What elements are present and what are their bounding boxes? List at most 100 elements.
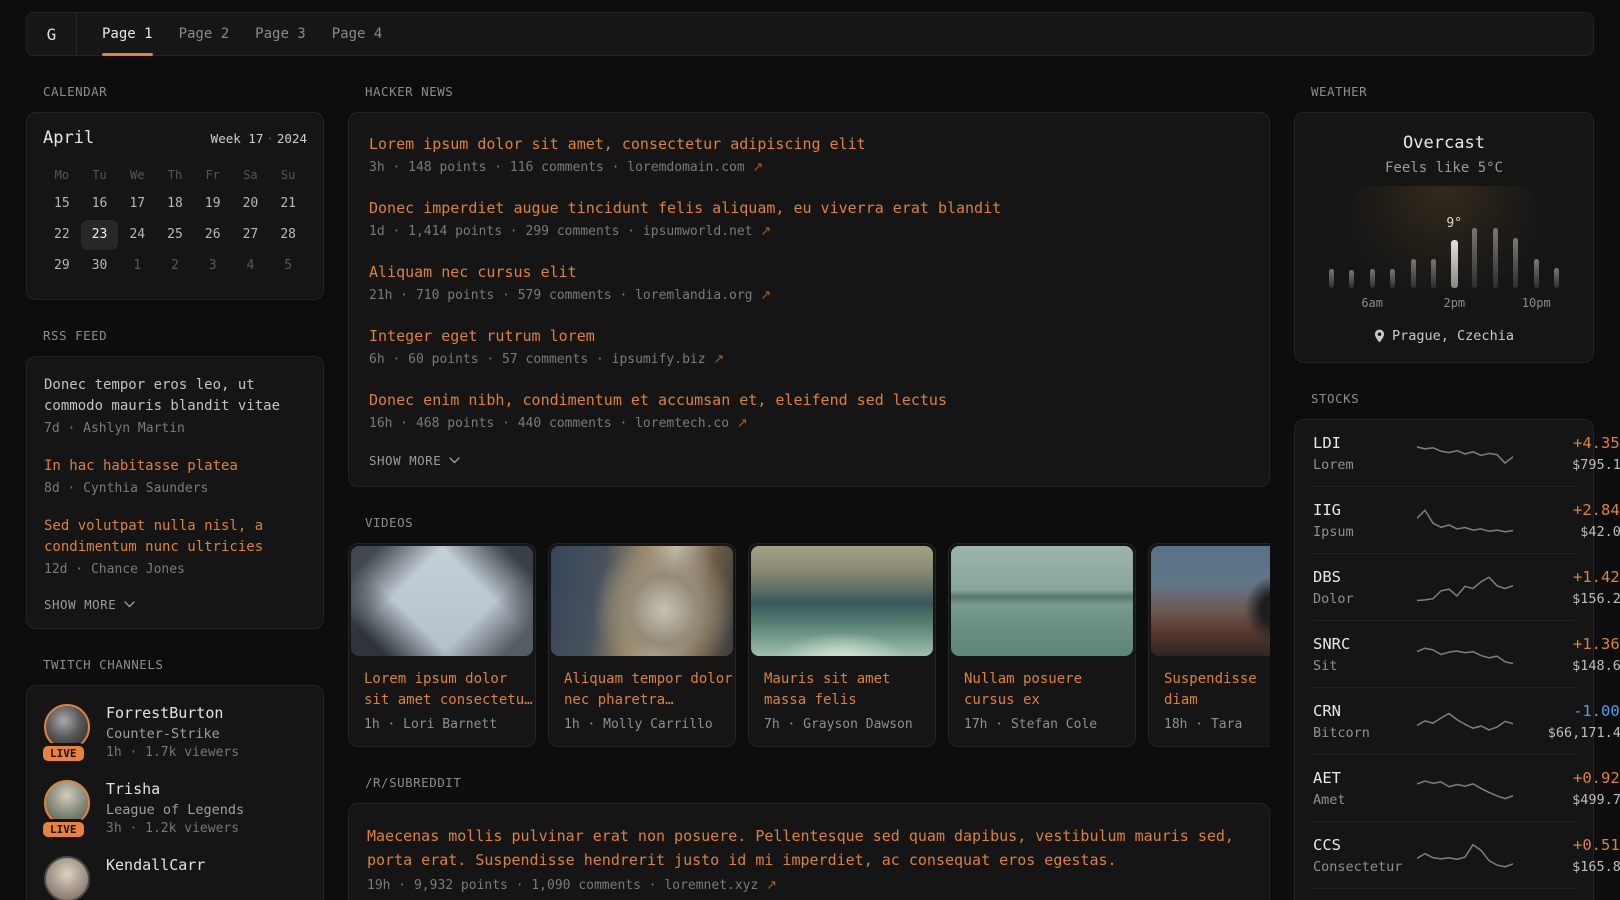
stock-row[interactable]: DBSDolor +1.42%$156.28 [1313,553,1575,620]
rss-item-meta: 12d · Chance Jones [44,562,306,577]
app-logo[interactable]: G [27,13,77,55]
stock-row[interactable]: IIGIpsum +2.84%$42.04 [1313,486,1575,553]
external-link-icon[interactable]: ↗ [737,416,748,431]
avatar: LIVE [44,704,90,756]
weekday-label: Sa [232,162,270,188]
video-title[interactable]: Nullam posuere cursus ex [949,658,1135,711]
external-link-icon[interactable]: ↗ [713,352,724,367]
weather-axis: 6am 2pm 10pm [1321,296,1567,312]
calendar-day: 29 [43,251,81,281]
video-thumbnail[interactable] [351,546,533,656]
weather-bar-slot [1506,202,1527,288]
rss-item-meta: 7d · Ashlyn Martin [44,421,306,436]
chevron-down-icon [449,457,460,464]
video-title[interactable]: Aliquam tempor dolor nec pharetra… [549,658,735,711]
channel-viewers: 1h · 1.7k viewers [106,745,239,760]
twitch-channel-row[interactable]: KendallCarr [44,856,306,900]
page-tabs: Page 1 Page 2 Page 3 Page 4 [77,13,407,55]
stock-price: $148.64 [1513,658,1620,674]
weather-bar [1554,268,1559,288]
calendar-card: April Week 17·2024 Mo Tu We Th Fr Sa Su … [26,112,324,300]
twitch-channel-row[interactable]: LIVE ForrestBurton Counter-Strike 1h · 1… [44,704,306,760]
hn-item: Donec imperdiet augue tincidunt felis al… [369,197,1249,239]
video-meta: 7h · Grayson Dawson [749,711,935,746]
stock-row[interactable]: AETAmet +0.92%$499.72 [1313,754,1575,821]
video-title[interactable]: Lorem ipsum dolor sit amet consectetu… [349,658,535,711]
stock-change: +0.51% [1513,836,1620,854]
hn-item-title[interactable]: Aliquam nec cursus elit [369,261,1249,283]
stock-row[interactable]: CCSConsectetur +0.51%$165.84 [1313,821,1575,888]
calendar-day: 21 [269,189,307,219]
subreddit-widget: /R/SUBREDDIT Maecenas mollis pulvinar er… [348,775,1270,900]
weather-bar-slot [1362,202,1383,288]
calendar-week: Week 17 [211,131,264,146]
rss-show-more-button[interactable]: SHOW MORE [44,597,306,612]
hn-item-title[interactable]: Integer eget rutrum lorem [369,325,1249,347]
hn-show-more-button[interactable]: SHOW MORE [369,453,1249,468]
hn-meta-text: 16h · 468 points · 440 comments · loremt… [369,416,737,431]
hn-item: Donec enim nibh, condimentum et accumsan… [369,389,1249,431]
subreddit-meta-text: 19h · 9,932 points · 1,090 comments · lo… [367,878,766,893]
video-card: Mauris sit amet massa felis 7h · Grayson… [748,543,936,747]
weather-bar-current [1451,240,1458,288]
show-more-label: SHOW MORE [369,453,441,468]
twitch-channel-row[interactable]: LIVE Trisha League of Legends 3h · 1.2k … [44,780,306,836]
stock-row[interactable]: SNRCSit +1.36%$148.64 [1313,620,1575,687]
stock-row[interactable]: LDILorem +4.35%$795.18 [1313,420,1575,486]
rss-item-title[interactable]: Donec tempor eros leo, ut commodo mauris… [44,375,306,417]
top-bar: G Page 1 Page 2 Page 3 Page 4 [26,12,1594,56]
tab-page-3[interactable]: Page 3 [255,13,306,55]
video-thumbnail[interactable] [951,546,1133,656]
live-badge: LIVE [40,819,87,840]
stock-name: Dolor [1313,591,1417,607]
stock-price: $795.18 [1513,457,1620,473]
calendar-day: 26 [194,220,232,250]
avatar: LIVE [44,780,90,832]
stock-row[interactable]: CRNBitcorn -1.00%$66,171.48 [1313,687,1575,754]
external-link-icon[interactable]: ↗ [766,878,777,893]
hn-item-title[interactable]: Lorem ipsum dolor sit amet, consectetur … [369,133,1249,155]
tab-page-1[interactable]: Page 1 [102,13,153,55]
video-title[interactable]: Suspendisse diam [1149,658,1270,711]
stock-change: +4.35% [1513,434,1620,452]
weekday-label: Th [156,162,194,188]
hn-item: Aliquam nec cursus elit 21h · 710 points… [369,261,1249,303]
rss-item-title[interactable]: Sed volutpat nulla nisl, a condimentum n… [44,516,306,558]
weather-condition: Overcast [1317,133,1571,153]
tab-page-2[interactable]: Page 2 [179,13,230,55]
weather-bar-slot [1424,202,1445,288]
external-link-icon[interactable]: ↗ [760,288,771,303]
weekday-label: Fr [194,162,232,188]
map-pin-icon [1374,329,1385,343]
weather-bar-slot [1403,202,1424,288]
calendar-grid: Mo Tu We Th Fr Sa Su 15 16 17 18 19 20 2… [43,162,307,281]
external-link-icon[interactable]: ↗ [760,224,771,239]
subreddit-post-meta: 19h · 9,932 points · 1,090 comments · lo… [367,878,1251,893]
video-thumbnail[interactable] [1151,546,1270,656]
rss-item-title[interactable]: In hac habitasse platea [44,456,306,477]
stock-ticker: AET [1313,769,1417,787]
video-thumbnail[interactable] [751,546,933,656]
sparkline-chart [1417,571,1513,605]
external-link-icon[interactable]: ↗ [753,160,764,175]
subreddit-post-title[interactable]: Maecenas mollis pulvinar erat non posuer… [367,824,1251,872]
tab-page-4[interactable]: Page 4 [332,13,383,55]
weather-bar [1349,270,1354,288]
stock-change: -1.00% [1513,702,1620,720]
hn-item-title[interactable]: Donec imperdiet augue tincidunt felis al… [369,197,1249,219]
chevron-down-icon [124,601,135,608]
twitch-card: LIVE ForrestBurton Counter-Strike 1h · 1… [26,685,324,900]
rss-item: Donec tempor eros leo, ut commodo mauris… [44,375,306,436]
calendar-day: 16 [81,189,119,219]
stock-row[interactable]: AHS +0.46% [1313,888,1575,900]
video-title[interactable]: Mauris sit amet massa felis [749,658,935,711]
weather-bar [1370,269,1375,288]
stock-ticker: LDI [1313,434,1417,452]
sparkline-chart [1417,839,1513,873]
video-thumbnail[interactable] [551,546,733,656]
stock-ticker: SNRC [1313,635,1417,653]
hn-item-title[interactable]: Donec enim nibh, condimentum et accumsan… [369,389,1249,411]
calendar-year: 2024 [277,131,307,146]
channel-game: Counter-Strike [106,726,239,742]
rss-card: Donec tempor eros leo, ut commodo mauris… [26,356,324,629]
